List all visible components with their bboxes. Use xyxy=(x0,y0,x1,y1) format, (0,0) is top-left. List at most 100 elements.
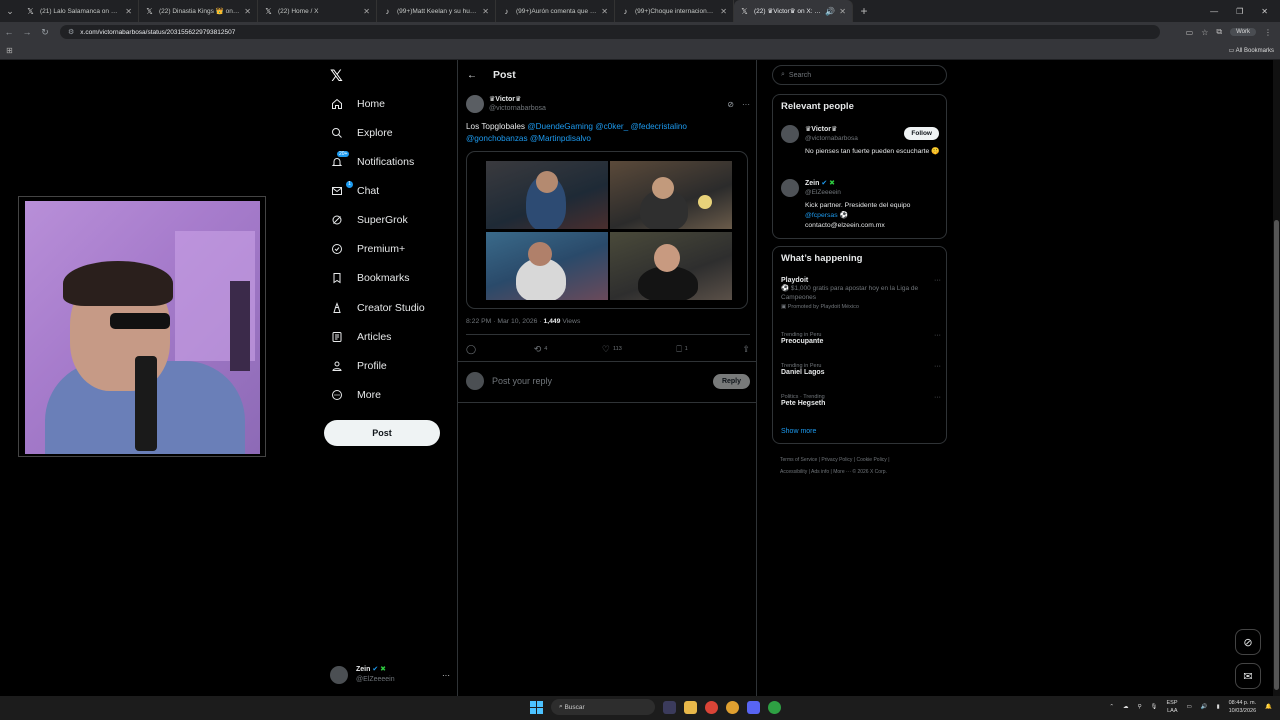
close-icon[interactable]: ✕ xyxy=(839,7,846,16)
new-tab-button[interactable]: + xyxy=(853,4,875,18)
nav-profile[interactable]: Profile xyxy=(322,355,387,377)
chrome-canary-icon[interactable] xyxy=(726,700,739,714)
media-image[interactable] xyxy=(610,232,732,300)
speaker-icon[interactable]: 🔊 xyxy=(825,7,835,16)
close-window-icon[interactable]: ✕ xyxy=(1261,7,1268,16)
cast-icon[interactable]: ▭ xyxy=(1186,28,1194,37)
show-more-link[interactable]: Show more xyxy=(781,428,816,435)
display-icon[interactable]: ▭ xyxy=(1187,704,1192,710)
close-icon[interactable]: ✕ xyxy=(363,7,370,16)
browser-tab[interactable]: 𝕏 (21) Lalo Salamanca on X: "💀 ✕ xyxy=(20,0,139,22)
browser-tab[interactable]: 𝕏 (22) Home / X ✕ xyxy=(258,0,377,22)
star-icon[interactable]: ☆ xyxy=(1201,28,1208,37)
trend-item[interactable]: Trending in Peru Daniel Lagos ··· xyxy=(781,363,941,376)
close-icon[interactable]: ✕ xyxy=(482,7,489,16)
forward-icon[interactable]: → xyxy=(18,27,36,37)
maximize-icon[interactable]: ❐ xyxy=(1236,7,1243,16)
notifications-icon[interactable]: 🔔 xyxy=(1265,704,1272,710)
more-options-icon[interactable]: ··· xyxy=(934,332,941,339)
nav-home[interactable]: Home xyxy=(322,93,385,115)
account-switcher[interactable]: Zein ✔ ✖ @ElZeeeein ··· xyxy=(330,664,450,686)
chevron-up-icon[interactable]: ⌃ xyxy=(1109,704,1114,710)
nav-creator-studio[interactable]: Creator Studio xyxy=(322,297,425,319)
widgets-icon[interactable] xyxy=(663,700,676,714)
browser-tab[interactable]: ♪ (99+)Aurón comenta que en la ✕ xyxy=(496,0,615,22)
bookmark-action[interactable]: ⎕ 1 xyxy=(676,344,687,355)
search-input[interactable]: ⌕ Search xyxy=(772,65,947,85)
scrollbar-thumb[interactable] xyxy=(1274,220,1279,690)
extensions-icon[interactable]: ⧉ xyxy=(1216,27,1222,37)
browser-tab[interactable]: 𝕏 (22) Dinastia Kings 👑 on X: " ✕ xyxy=(139,0,258,22)
follow-button[interactable]: Follow xyxy=(904,127,939,140)
taskbar-search[interactable]: ⌕ Buscar xyxy=(551,699,655,715)
close-icon[interactable]: ✕ xyxy=(601,7,608,16)
mention-link[interactable]: @DuendeGaming xyxy=(527,122,593,131)
more-options-icon[interactable]: ··· xyxy=(934,277,941,284)
person-item[interactable]: ♛Victor♛ @victornabarbosa Follow No pien… xyxy=(781,125,941,170)
nav-chat[interactable]: 1 Chat xyxy=(322,180,379,202)
trend-item[interactable]: Trending in Peru Preocupante ··· xyxy=(781,332,941,345)
reply-button[interactable]: Reply xyxy=(712,373,750,389)
battery-icon[interactable]: ▮ xyxy=(1217,704,1220,710)
post-button[interactable]: Post xyxy=(324,420,440,446)
nav-articles[interactable]: Articles xyxy=(322,326,391,348)
share-action[interactable]: ⇪ xyxy=(742,344,750,355)
x-logo-icon[interactable]: 𝕏 xyxy=(330,66,343,86)
site-info-icon[interactable]: ⚙ xyxy=(68,28,74,36)
browser-tab[interactable]: ♪ (99+)Choque internacional pe ✕ xyxy=(615,0,734,22)
mention-link[interactable]: @c0ker_ xyxy=(595,122,628,131)
close-icon[interactable]: ✕ xyxy=(244,7,251,16)
messages-float-button[interactable]: ✉ xyxy=(1235,663,1261,689)
grok-icon[interactable]: ⊘ xyxy=(727,100,734,109)
all-bookmarks-button[interactable]: ▭ All Bookmarks xyxy=(1229,47,1274,54)
media-image[interactable] xyxy=(486,161,608,229)
more-options-icon[interactable]: ··· xyxy=(934,363,941,370)
minimize-icon[interactable]: — xyxy=(1210,7,1218,16)
close-icon[interactable]: ✕ xyxy=(720,7,727,16)
person-item[interactable]: Zein ✔ ✖ @ElZeeeein Kick partner. Presid… xyxy=(781,179,941,234)
nav-notifications[interactable]: 20+ Notifications xyxy=(322,151,414,173)
mention-link[interactable]: @fedecristalino xyxy=(630,122,687,131)
chrome-icon[interactable] xyxy=(705,700,718,714)
mention-link[interactable]: @fcpersas xyxy=(805,212,838,219)
nav-bookmarks[interactable]: Bookmarks xyxy=(322,267,410,289)
menu-icon[interactable]: ⋮ xyxy=(1264,28,1272,37)
media-image[interactable] xyxy=(486,232,608,300)
windows-start-icon[interactable] xyxy=(530,700,543,714)
reload-icon[interactable]: ↻ xyxy=(36,27,54,38)
discord-icon[interactable] xyxy=(747,700,760,714)
trend-item[interactable]: Playdoit ⚽ $1,000 gratis para apostar ho… xyxy=(781,277,941,310)
language-indicator[interactable]: ESP LAA xyxy=(1167,699,1178,715)
more-options-icon[interactable]: ··· xyxy=(742,100,750,109)
media-image[interactable] xyxy=(610,161,732,229)
browser-tab[interactable]: ♪ (99+)Matt Keelan y su humor ✕ xyxy=(377,0,496,22)
usb-icon[interactable]: ⚲ xyxy=(1137,704,1141,710)
clock[interactable]: 08:44 p. m. 10/03/2026 xyxy=(1229,699,1257,715)
url-input[interactable]: ⚙ x.com/victornabarbosa/status/203155622… xyxy=(60,25,1160,39)
reply-action[interactable]: ◯ xyxy=(466,344,479,355)
app-tray-icon[interactable]: ☁ xyxy=(1123,704,1129,710)
author-handle[interactable]: @victornabarbosa xyxy=(489,104,546,113)
nav-more[interactable]: More xyxy=(322,384,381,406)
browser-tab-active[interactable]: 𝕏(22) ♛Victor♛ on X: "@El🔊✕ xyxy=(734,0,853,22)
reply-input[interactable]: Post your reply xyxy=(492,376,552,386)
file-explorer-icon[interactable] xyxy=(684,700,697,714)
scrollbar[interactable] xyxy=(1273,60,1280,696)
back-icon[interactable]: ← xyxy=(0,27,18,37)
grok-float-button[interactable]: ⊘ xyxy=(1235,629,1261,655)
avatar[interactable] xyxy=(466,95,484,113)
like-action[interactable]: ♡ 113 xyxy=(602,344,622,355)
chrome-dev-icon[interactable] xyxy=(768,700,781,714)
back-arrow-icon[interactable]: ← xyxy=(467,70,477,81)
tab-search-icon[interactable]: ⌄ xyxy=(0,0,20,22)
account-menu-icon[interactable]: ··· xyxy=(442,671,450,680)
more-options-icon[interactable]: ··· xyxy=(934,394,941,401)
close-icon[interactable]: ✕ xyxy=(125,7,132,16)
nav-premium[interactable]: Premium+ xyxy=(322,238,405,260)
nav-supergrok[interactable]: SuperGrok xyxy=(322,209,408,231)
nav-explore[interactable]: Explore xyxy=(322,122,393,144)
post-media[interactable] xyxy=(466,151,748,309)
apps-icon[interactable]: ⊞ xyxy=(6,46,13,55)
trend-item[interactable]: Politics · Trending Pete Hegseth ··· xyxy=(781,394,941,407)
mention-link[interactable]: @Martinpdisalvo xyxy=(530,134,591,143)
